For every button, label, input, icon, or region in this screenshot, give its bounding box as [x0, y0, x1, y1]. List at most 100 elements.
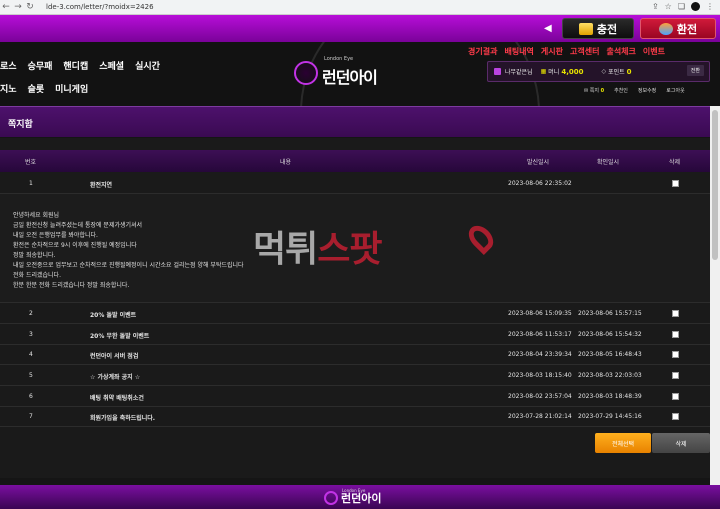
money-icon: ▦ [540, 68, 547, 75]
money-display: ▦ 머니 4,000 [540, 67, 584, 77]
recommend-link[interactable]: 추천인 [614, 87, 628, 94]
page-scrollbar[interactable] [710, 106, 720, 485]
row-sent: 2023-08-03 18:15:40 [508, 372, 572, 379]
logo-text: 런던아이 [322, 68, 378, 87]
right-menu-item[interactable]: 게시판 [541, 46, 563, 57]
message-link[interactable]: ✉ 쪽지 0 [584, 87, 604, 94]
row-checkbox[interactable] [672, 393, 679, 400]
exchange-button[interactable]: 전환 [686, 65, 704, 76]
row-checkbox[interactable] [672, 372, 679, 379]
star-icon[interactable]: ☆ [665, 2, 672, 11]
menu-item[interactable]: 핸디캡 [63, 59, 88, 72]
row-title[interactable]: 20% 무한 돌발 이벤트 [90, 331, 149, 340]
row-checkbox[interactable] [672, 351, 679, 358]
address-bar[interactable]: lde-3.com/letter/?moidx=2426 [46, 3, 154, 11]
table-row[interactable]: 7 회원가입을 축하드립니다. 2023-07-28 21:02:14 2023… [0, 407, 710, 427]
header-delete: 삭제 [669, 159, 681, 166]
detail-line: 한분 한분 전화 드리겠습니다 정말 죄송합니다. [13, 282, 130, 289]
reload-icon[interactable]: ↻ [24, 2, 36, 12]
forward-icon[interactable]: → [12, 2, 24, 12]
row-read: 2023-08-03 18:48:39 [578, 393, 642, 400]
right-menu-item[interactable]: 이벤트 [643, 46, 665, 57]
row-no: 7 [29, 413, 33, 420]
table-row[interactable]: 2 20% 돌발 이벤트 2023-08-06 15:09:35 2023-08… [0, 304, 710, 324]
row-title[interactable]: 20% 돌발 이벤트 [90, 310, 136, 319]
edit-profile-link[interactable]: 정보수정 [638, 87, 656, 94]
select-all-button[interactable]: 전체선택 [595, 433, 651, 453]
row-title[interactable]: 회원가입을 축하드립니다. [90, 413, 155, 422]
user-links: ✉ 쪽지 0 추천인 정보수정 로그아웃 [584, 87, 685, 94]
table-row[interactable]: 4 런던아이 서버 점검 2023-08-04 23:39:34 2023-08… [0, 345, 710, 365]
point-display: ◇ 포인트 0 [601, 67, 631, 77]
row-checkbox[interactable] [672, 413, 679, 420]
detail-line: 내일 오전중으로 업무보고 순차적으로 진행될예정이니 시간소요 걸리는점 양해… [13, 262, 244, 269]
page-title: 쪽지함 [8, 120, 33, 130]
main-menu-row2: 지노 슬롯 미니게임 [0, 82, 88, 95]
browser-toolbar: ← → ↻ lde-3.com/letter/?moidx=2426 ⇪ ☆ ❏… [0, 0, 720, 15]
site-footer: 런던아이 London Eye [0, 485, 720, 509]
logout-link[interactable]: 로그아웃 [666, 87, 684, 94]
header-sent: 발신일시 [527, 159, 550, 166]
browser-actions: ⇪ ☆ ❏ ⋮ [652, 2, 714, 11]
detail-line: 전화 드리겠습니다. [13, 272, 61, 279]
user-nickname: 나무같은님 [505, 69, 533, 76]
right-menu-item[interactable]: 경기결과 [468, 46, 497, 57]
row-no: 6 [29, 393, 33, 400]
menu-item[interactable]: 스페셜 [99, 59, 124, 72]
right-menu-item[interactable]: 출석체크 [606, 46, 635, 57]
withdraw-button[interactable]: 환전 [640, 18, 716, 39]
site-logo[interactable]: London Eye 런던아이 [294, 56, 378, 88]
detail-line: 정말 죄송합니다. [13, 252, 56, 259]
detail-line: 안녕하세요 회원님 [13, 212, 60, 219]
detail-line: 내일 오전 은행업무를 봐야합니다. [13, 232, 98, 239]
row-read: 2023-07-29 14:45:16 [578, 413, 642, 420]
row-no: 4 [29, 351, 33, 358]
right-menu-item[interactable]: 고객센터 [570, 46, 599, 57]
deposit-button[interactable]: 충전 [562, 18, 634, 39]
top-bar: ◀ 충전 환전 [0, 15, 720, 42]
extensions-icon[interactable]: ❏ [678, 2, 685, 11]
row-sent: 2023-08-02 23:57:04 [508, 393, 572, 400]
menu-item[interactable]: 슬롯 [28, 82, 45, 95]
row-sent: 2023-07-28 21:02:14 [508, 413, 572, 420]
table-row[interactable]: 5 ☆ 가상계좌 공지 ☆ 2023-08-03 18:15:40 2023-0… [0, 366, 710, 386]
menu-item[interactable]: 실시간 [135, 59, 160, 72]
menu-item[interactable]: 미니게임 [55, 82, 88, 95]
row-title[interactable]: ☆ 가상계좌 공지 ☆ [90, 372, 140, 381]
row-no: 5 [29, 372, 33, 379]
row-checkbox[interactable] [672, 331, 679, 338]
page-title-bar: 쪽지함 [0, 106, 710, 137]
logo-subtitle: London Eye [324, 56, 354, 62]
row-title[interactable]: 배팅 취약 배팅취소건 [90, 393, 144, 402]
menu-item[interactable]: 로스 [0, 59, 17, 72]
footer-logo-icon [324, 491, 338, 505]
logo-mark-icon [294, 61, 318, 85]
right-menu-item[interactable]: 배팅내역 [504, 46, 533, 57]
back-icon[interactable]: ← [0, 2, 12, 12]
row-checkbox[interactable] [672, 310, 679, 317]
table-row[interactable]: 6 배팅 취약 배팅취소건 2023-08-02 23:57:04 2023-0… [0, 387, 710, 407]
footer-logo-subtitle: London Eye [342, 488, 366, 493]
message-count: 0 [600, 88, 605, 94]
speaker-icon[interactable]: ◀ [544, 23, 552, 34]
delete-button[interactable]: 삭제 [652, 433, 710, 453]
row-title[interactable]: 런던아이 서버 점검 [90, 351, 138, 360]
header-read: 확인일시 [597, 159, 620, 166]
table-row[interactable]: 1 환전지연 2023-08-06 22:35:02 [0, 174, 710, 194]
share-icon[interactable]: ⇪ [652, 2, 659, 11]
scrollbar-thumb[interactable] [712, 110, 718, 260]
more-icon[interactable]: ⋮ [706, 2, 714, 11]
watermark-part1: 먹튀 [253, 229, 318, 270]
right-menu: 경기결과 배팅내역 게시판 고객센터 출석체크 이벤트 [468, 46, 665, 57]
message-label: 쪽지 [589, 88, 599, 94]
table-row[interactable]: 3 20% 무한 돌발 이벤트 2023-08-06 11:53:17 2023… [0, 325, 710, 345]
profile-avatar[interactable] [691, 2, 700, 11]
watermark-part2: 스팟 [317, 229, 382, 270]
watermark: 먹튀스팟 [253, 220, 498, 272]
money-value: 4,000 [561, 67, 584, 76]
menu-item[interactable]: 지노 [0, 82, 17, 95]
menu-item[interactable]: 승무패 [28, 59, 53, 72]
row-read: 2023-08-06 15:57:15 [578, 310, 642, 317]
row-checkbox[interactable] [672, 180, 679, 187]
row-title[interactable]: 환전지연 [90, 180, 112, 189]
